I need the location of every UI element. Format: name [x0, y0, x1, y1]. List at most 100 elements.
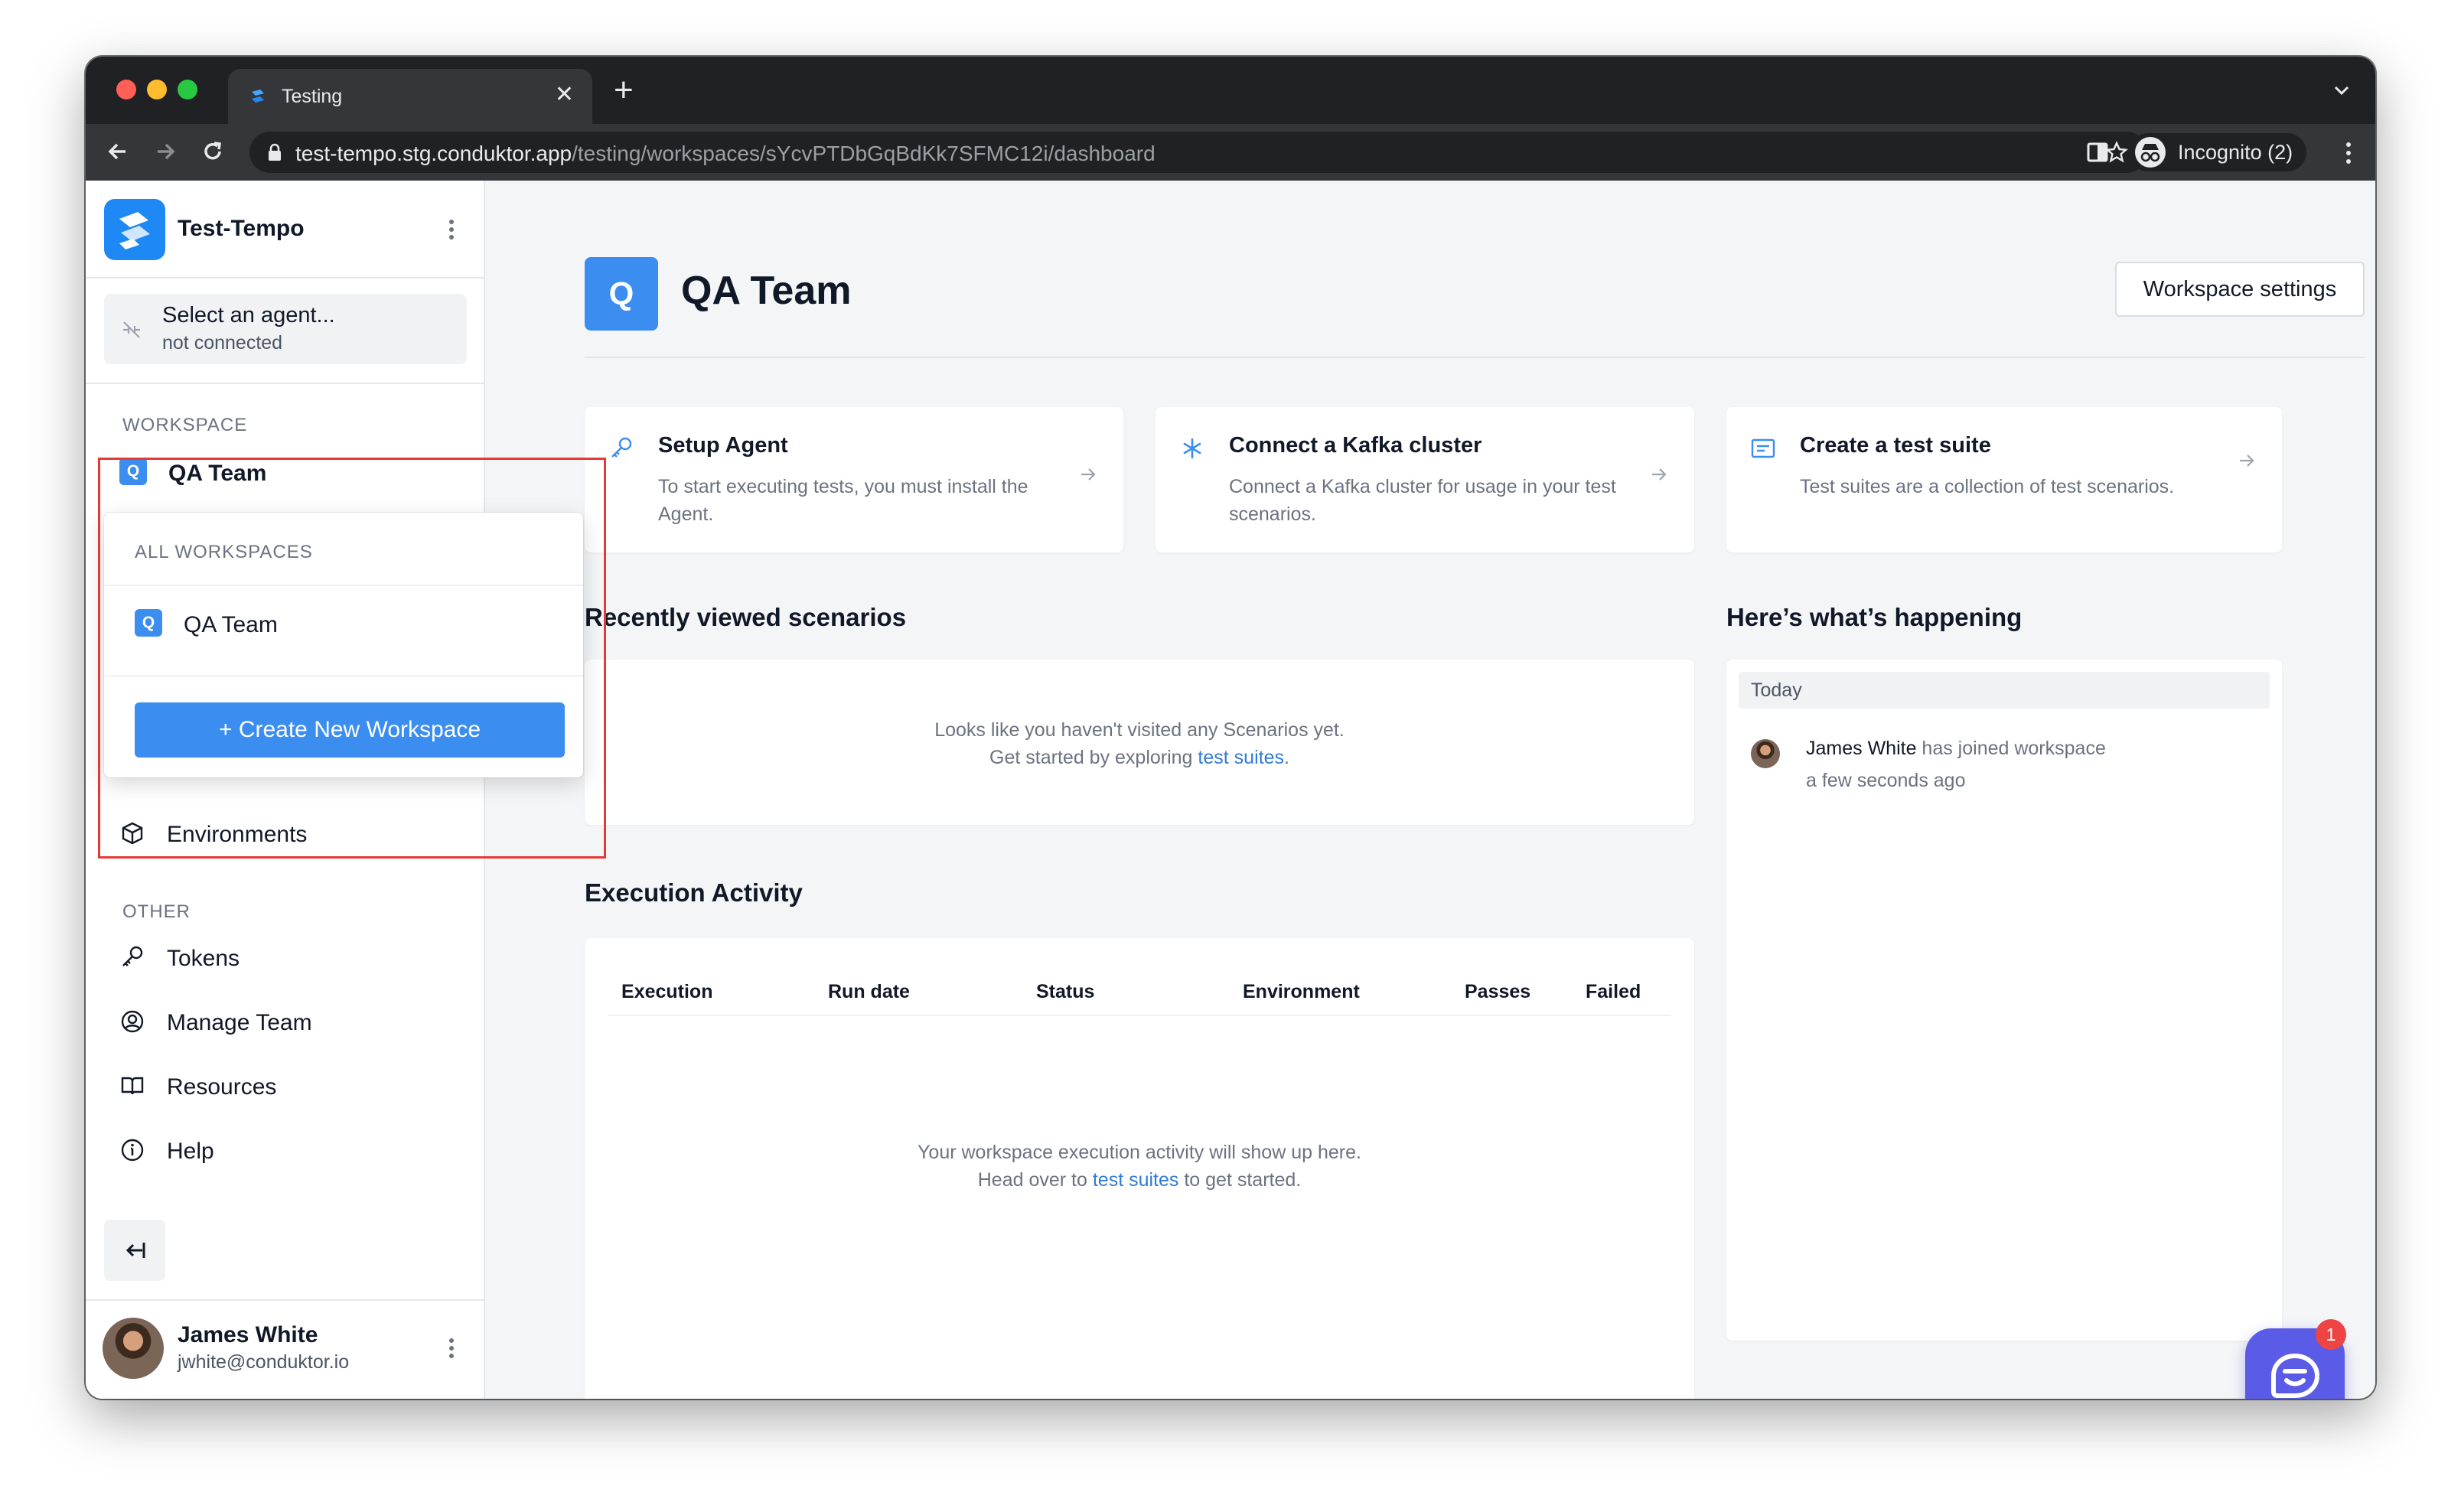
workspace-settings-button[interactable]: Workspace settings	[2115, 262, 2365, 317]
incognito-badge[interactable]: Incognito (2)	[2129, 133, 2307, 171]
card-title: Create a test suite	[1800, 433, 1991, 458]
address-bar[interactable]: test-tempo.stg.conduktor.app/testing/wor…	[249, 132, 2147, 173]
dropdown-divider	[104, 675, 583, 676]
user-menu-kebab-icon[interactable]	[448, 1336, 455, 1360]
box-icon	[122, 822, 143, 845]
execution-empty-message: Your workspace execution activity will s…	[585, 1139, 1694, 1194]
workspace-badge: Q	[135, 609, 162, 637]
browser-menu-icon[interactable]	[2345, 141, 2352, 165]
column-header-status: Status	[1036, 981, 1095, 1002]
workspace-section-label: WORKSPACE	[122, 415, 248, 435]
test-suites-link[interactable]: test suites	[1198, 747, 1284, 768]
create-workspace-label: Create New Workspace	[238, 717, 481, 742]
list-icon	[1751, 438, 1775, 458]
card-description: Test suites are a collection of test sce…	[1800, 476, 2175, 497]
chat-bubble-icon	[2271, 1353, 2320, 1398]
side-panel-icon[interactable]	[2086, 141, 2109, 164]
browser-toolbar: test-tempo.stg.conduktor.app/testing/wor…	[86, 124, 2375, 181]
disconnected-plug-icon	[123, 321, 140, 338]
window-close-button[interactable]	[116, 80, 136, 99]
workspace-option-qa-team[interactable]: Q QA Team	[135, 609, 548, 640]
lock-icon	[269, 143, 281, 161]
activity-feed-title: Here’s what’s happening	[1726, 603, 2023, 631]
workspace-name: QA Team	[168, 461, 267, 486]
create-test-suite-card[interactable]: Create a test suite Test suites are a co…	[1726, 407, 2282, 552]
agent-status: not connected	[162, 332, 283, 354]
create-new-workspace-button[interactable]: + Create New Workspace	[135, 702, 565, 758]
tab-search-chevron-icon[interactable]	[2331, 80, 2352, 101]
sidebar-divider	[86, 277, 484, 279]
avatar	[1751, 739, 1780, 768]
execution-empty-line2: Head over to test suites to get started.	[977, 1169, 1302, 1191]
window-zoom-button[interactable]	[178, 80, 197, 99]
sidebar-divider	[86, 383, 484, 384]
key-icon	[122, 946, 143, 966]
window-minimize-button[interactable]	[147, 80, 167, 99]
conduktor-favicon-icon	[252, 90, 264, 103]
all-workspaces-label: ALL WORKSPACES	[135, 542, 313, 562]
arrow-right-icon	[1652, 468, 1667, 481]
arrow-right-icon	[2240, 455, 2254, 467]
back-arrow-icon[interactable]	[104, 138, 132, 165]
url-text: test-tempo.stg.conduktor.app/testing/wor…	[295, 142, 1156, 165]
header-divider	[585, 357, 2365, 358]
activity-actor[interactable]: James White	[1806, 738, 1916, 759]
agent-selector[interactable]: Select an agent... not connected	[104, 294, 467, 364]
plus-icon: +	[218, 717, 233, 742]
dropdown-divider	[104, 585, 583, 586]
info-icon	[121, 1139, 144, 1162]
sidebar-item-label: Tokens	[167, 946, 240, 971]
activity-group-header: Today	[1739, 672, 2270, 709]
activity-item: James White has joined workspace	[1806, 738, 2106, 759]
column-header-passes: Passes	[1465, 981, 1531, 1002]
new-tab-icon[interactable]: +	[614, 73, 634, 107]
activity-feed-panel: Today James White has joined workspace a…	[1726, 660, 2282, 1341]
sidebar-item-label: Help	[167, 1139, 214, 1164]
org-name: Test-Tempo	[178, 216, 305, 241]
sidebar-item-label: Resources	[167, 1074, 277, 1100]
activity-group-label: Today	[1751, 679, 1802, 701]
arrow-right-icon	[1081, 468, 1096, 481]
workspace-badge: Q	[119, 458, 147, 485]
other-section-label: OTHER	[122, 901, 191, 922]
collapse-left-icon	[125, 1243, 145, 1258]
sidebar: Test-Tempo Select an agent... not connec…	[86, 181, 485, 1399]
incognito-icon	[2135, 137, 2166, 168]
connect-kafka-card[interactable]: Connect a Kafka cluster Connect a Kafka …	[1156, 407, 1694, 552]
recent-empty-line1: Looks like you haven't visited any Scena…	[934, 719, 1345, 741]
org-menu-kebab-icon[interactable]	[448, 217, 455, 242]
incognito-label: Incognito (2)	[2178, 141, 2293, 164]
card-description: To start executing tests, you must insta…	[658, 476, 1028, 525]
sidebar-divider	[86, 1299, 484, 1301]
book-icon	[121, 1077, 144, 1095]
card-title: Connect a Kafka cluster	[1229, 433, 1482, 458]
recent-empty-message: Looks like you haven't visited any Scena…	[585, 716, 1694, 771]
workspace-option-label: QA Team	[184, 612, 278, 637]
conduktor-logo	[104, 199, 165, 260]
user-circle-icon	[121, 1010, 144, 1033]
execution-activity-table: Execution Run date Status Environment Pa…	[585, 938, 1694, 1399]
test-suites-link[interactable]: test suites	[1093, 1169, 1179, 1191]
avatar[interactable]	[103, 1318, 164, 1379]
activity-timestamp: a few seconds ago	[1806, 770, 1966, 791]
app-root: Test-Tempo Select an agent... not connec…	[86, 181, 2375, 1399]
key-icon	[611, 437, 632, 458]
collapse-sidebar-button[interactable]	[104, 1220, 165, 1281]
column-header-environment: Environment	[1243, 981, 1360, 1002]
recent-scenarios-panel: Looks like you haven't visited any Scena…	[585, 660, 1694, 825]
unread-count-badge: 1	[2316, 1319, 2346, 1350]
tab-close-icon[interactable]: ✕	[555, 81, 574, 109]
browser-tab[interactable]: Testing ✕	[228, 69, 592, 124]
workspace-dropdown-menu: ALL WORKSPACES Q QA Team + Create New Wo…	[104, 513, 583, 777]
sidebar-item-label: Environments	[167, 822, 308, 847]
column-header-failed: Failed	[1586, 981, 1641, 1002]
browser-window: Testing ✕ + test-tempo.stg.conduktor.app…	[86, 57, 2375, 1399]
forward-arrow-icon[interactable]	[152, 138, 179, 165]
workspace-header-badge: Q	[585, 257, 658, 331]
setup-agent-card[interactable]: Setup Agent To start executing tests, yo…	[585, 407, 1123, 552]
table-header-divider	[608, 1015, 1671, 1016]
page-title: QA Team	[681, 269, 852, 313]
execution-activity-title: Execution Activity	[585, 878, 803, 907]
main-content: Q QA Team Workspace settings Setup Agent…	[485, 181, 2375, 1399]
reload-icon[interactable]	[199, 138, 227, 165]
